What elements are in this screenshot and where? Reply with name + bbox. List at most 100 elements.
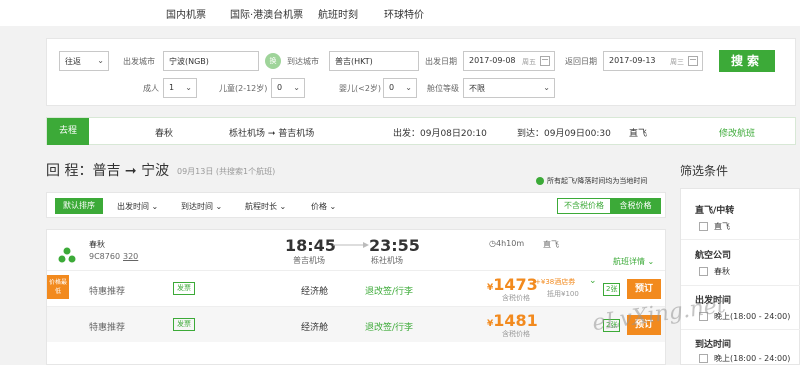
sort-price[interactable]: 价格 ⌄ [311,201,336,212]
nav-flight-schedule[interactable]: 航班时刻 [318,6,358,21]
cabin-class-select[interactable]: 不限 ⌄ [463,78,555,98]
flight-duration-value: 4h10m [495,239,525,248]
refund-baggage-link[interactable]: 退改签/行李 [365,320,413,333]
spring-airlines-logo-icon [58,247,76,263]
chevron-down-icon: ⌄ [185,83,192,92]
sort-depart-time[interactable]: 出发时间 ⌄ [117,201,158,212]
depart-airport: 普吉机场 [293,256,325,265]
swap-cities-button[interactable]: 换 [265,53,281,69]
chevron-down-icon: ⌄ [647,257,655,266]
sort-icon: ⌄ [329,202,337,211]
child-count-select[interactable]: 0 ⌄ [271,78,305,98]
return-title: 回 程：普吉 ➞ 宁波 [46,163,170,179]
chevron-down-icon: ⌄ [543,83,550,92]
filter-option-arrive-evening[interactable]: 晚上(18:00 - 24:00) [699,353,790,364]
sort-duration-label: 航程时长 [245,202,277,211]
invoice-badge: 发票 [173,282,195,295]
info-icon [536,177,544,185]
book-button[interactable]: 预订 [627,279,661,299]
sort-duration[interactable]: 航程时长 ⌄ [245,201,286,212]
checkbox-icon [699,222,708,231]
swap-icon: 换 [269,57,277,65]
filter-heading-airline: 航空公司 [695,251,732,261]
clock-icon: ◷ [489,239,496,248]
calendar-icon [540,56,550,66]
checkbox-icon [699,354,708,363]
refund-baggage-link[interactable]: 退改签/行李 [365,284,413,297]
nav-global-deals[interactable]: 环球特价 [384,6,424,21]
divider [681,285,800,286]
flight-number: 9C8760 [89,252,121,261]
filter-heading-arrive-time: 到达时间 [695,340,732,350]
sort-depart-time-label: 出发时间 [117,202,149,211]
lowest-price-badge: 价格最低 [47,275,69,299]
filter-option-label: 晚上(18:00 - 24:00) [714,354,791,363]
cabin-class-label: 舱位等级 [427,84,459,93]
sort-arrive-time-label: 到达时间 [181,202,213,211]
trip-type-value: 往返 [65,57,81,66]
child-label: 儿童(2-12岁) [219,84,268,93]
filter-option-direct[interactable]: 直飞 [699,221,730,232]
aircraft-type[interactable]: 320 [123,252,138,261]
from-city-input[interactable]: 宁波(NGB) [163,51,259,71]
nav-international-flights[interactable]: 国际·港澳台机票 [230,6,303,21]
local-time-notice-text: 所有起飞/降落时间均为当地时间 [547,177,648,185]
search-panel: 往返 ⌄ 出发城市 宁波(NGB) 换 到达城市 普吉(HKT) 出发日期 201… [46,38,796,106]
modify-flight-link[interactable]: 修改航班 [719,126,755,139]
filter-panel: 直飞/中转 直飞 航空公司 春秋 出发时间 晚上(18:00 - 24:00) … [680,188,800,365]
filter-sidebar: 筛选条件 直飞/中转 直飞 航空公司 春秋 出发时间 晚上(18:00 - 24… [676,152,800,365]
sort-arrive-time[interactable]: 到达时间 ⌄ [181,201,222,212]
trip-type-select[interactable]: 往返 ⌄ [59,51,109,71]
to-city-input[interactable]: 普吉(HKT) [329,51,419,71]
fare-price-value: 1473 [493,275,538,294]
chevron-down-icon[interactable]: ⌄ [589,276,597,286]
depart-date-input[interactable]: 2017-09-08 周五 [463,51,555,71]
flight-arrow-icon [333,242,369,248]
divider [681,239,800,240]
infant-count-select[interactable]: 0 ⌄ [383,78,417,98]
fare-price-value: 1481 [493,311,538,330]
return-weekday: 周三 [670,58,684,66]
arrive-time: 23:55 [369,236,420,255]
outbound-tag: 去程 [47,118,89,145]
hotel-coupon: +¥38酒店券 [535,278,576,286]
outbound-flight-type: 直飞 [629,129,648,139]
return-date-label: 返回日期 [565,57,597,66]
chevron-down-icon: ⌄ [97,56,104,65]
fare-price: ¥1481 [487,311,538,330]
cabin-type: 经济舱 [301,287,329,297]
flight-details-label: 航班详情 [613,257,645,266]
cabin-type: 经济舱 [301,323,329,333]
nav-domestic-flights[interactable]: 国内机票 [166,6,206,21]
outbound-origin: 栎社机场 [229,129,266,139]
cabin-class-value: 不限 [469,84,485,93]
flight-duration: ◷4h10m [489,239,524,248]
hotel-coupon-sub: 抵用¥100 [547,290,579,298]
tax-included-label: 含税价格 [502,294,530,302]
depart-weekday: 周五 [522,58,536,66]
search-button[interactable]: 搜索 [719,50,775,72]
filter-title: 筛选条件 [680,164,729,178]
sort-bar: 默认排序 出发时间 ⌄ 到达时间 ⌄ 航程时长 ⌄ 价格 ⌄ 不含税价格 含税价… [46,192,666,218]
infant-count-value: 0 [389,83,395,92]
sort-default-button[interactable]: 默认排序 [55,198,103,214]
price-incl-tax-option[interactable]: 含税价格 [610,199,661,213]
depart-date-value: 2017-09-08 [469,56,516,65]
adult-count-select[interactable]: 1 ⌄ [163,78,197,98]
seats-remaining-badge: 2张 [603,283,621,296]
flight-details-link[interactable]: 航班详情 ⌄ [613,256,654,267]
fare-label: 特惠推荐 [89,323,126,333]
infant-label: 婴儿(<2岁) [339,84,382,93]
from-city-label: 出发城市 [123,57,155,66]
invoice-badge: 发票 [173,318,195,331]
price-excl-tax-option[interactable]: 不含税价格 [558,199,610,213]
to-city-label: 到达城市 [287,57,319,66]
chevron-down-icon: ⌄ [405,83,412,92]
fare-price: ¥1473 [487,275,538,294]
calendar-icon [688,56,698,66]
outbound-depart-time: 出发：09月08日20:10 [393,129,487,139]
return-date-input[interactable]: 2017-09-13 周三 [603,51,703,71]
sort-icon: ⌄ [151,202,159,211]
filter-option-spring[interactable]: 春秋 [699,266,730,277]
sort-icon: ⌄ [215,202,223,211]
